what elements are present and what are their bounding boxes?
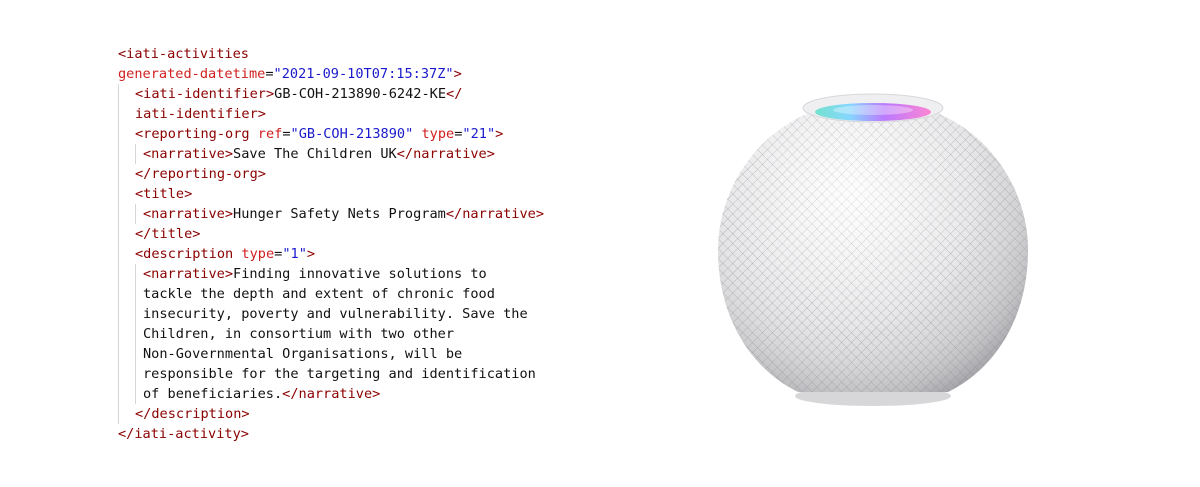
xml-tag: </ [446,86,463,102]
xml-tag: > [306,246,316,262]
xml-tag: > [453,66,462,82]
xml-tag: <narrative> [143,206,234,222]
xml-tag: </reporting-org> [135,166,266,182]
xml-tag: <narrative> [143,146,234,162]
xml-tag: <description [135,246,234,262]
code-line: </title> [118,224,548,244]
code-line: <narrative>Save The Children UK</narrati… [118,144,548,164]
xml-tag: <title> [135,186,193,202]
xml-tag: <reporting-org [135,126,250,142]
xml-text: Save The Children UK [233,146,397,162]
code-line: </iati-activity> [118,424,548,444]
xml-value: "GB-COH-213890" [290,126,414,142]
xml-tag: </narrative> [282,386,381,402]
code-line: <narrative>Hunger Safety Nets Program</n… [118,204,548,224]
xml-text: Children, in consortium with two other [143,326,454,342]
code-line: iati-identifier> [118,104,548,124]
xml-tag: </description> [135,406,250,422]
xml-tag: </title> [135,226,201,242]
canvas: <iati-activities generated-datetime="202… [0,0,1200,487]
xml-attribute: type [421,126,455,142]
xml-tag: <iati-activities [118,46,249,62]
code-line: <description type="1"> [118,244,548,264]
code-line: <iati-activities [118,44,548,64]
xml-tag: </narrative> [396,146,495,162]
xml-text: insecurity, poverty and vulnerability. S… [143,306,528,322]
xml-text: of beneficiaries. [143,386,283,402]
code-line: responsible for the targeting and identi… [118,364,548,384]
speaker-illustration [718,93,1028,406]
xml-text: GB-COH-213890-6242-KE [274,86,447,102]
code-line: tackle the depth and extent of chronic f… [118,284,548,304]
xml-attribute: type [241,246,275,262]
xml-text: Hunger Safety Nets Program [233,206,446,222]
code-line: insecurity, poverty and vulnerability. S… [118,304,548,324]
xml-text: Finding innovative solutions to [233,266,487,282]
code-line: <reporting-org ref="GB-COH-213890" type=… [118,124,548,144]
xml-equals: = [265,66,274,82]
xml-equals: = [282,126,291,142]
code-line: </description> [118,404,548,424]
xml-code-snippet: <iati-activities generated-datetime="202… [118,44,548,444]
smart-speaker-icon [708,70,1038,420]
xml-tag: </iati-activity> [118,426,249,442]
code-line: generated-datetime="2021-09-10T07:15:37Z… [118,64,548,84]
xml-attribute: ref [257,126,283,142]
xml-text: tackle the depth and extent of chronic f… [143,286,495,302]
xml-value: "2021-09-10T07:15:37Z" [273,66,454,82]
code-line: </reporting-org> [118,164,548,184]
code-line: <narrative>Finding innovative solutions … [118,264,548,284]
xml-tag: iati-identifier> [135,106,266,122]
xml-tag: <iati-identifier> [135,86,275,102]
code-line: of beneficiaries.</narrative> [118,384,548,404]
xml-tag: <narrative> [143,266,234,282]
xml-value: "21" [462,126,496,142]
xml-text: responsible for the targeting and identi… [143,366,536,382]
code-line: <title> [118,184,548,204]
code-line: <iati-identifier>GB-COH-213890-6242-KE</ [118,84,548,104]
code-line: Non-Governmental Organisations, will be [118,344,548,364]
siri-glow-highlight [833,105,913,115]
xml-value: "1" [282,246,307,262]
xml-text: Non-Governmental Organisations, will be [143,346,463,362]
xml-attribute: generated-datetime [118,66,266,82]
xml-tag: > [495,126,504,142]
xml-tag: </narrative> [445,206,545,222]
code-line: Children, in consortium with two other [118,324,548,344]
